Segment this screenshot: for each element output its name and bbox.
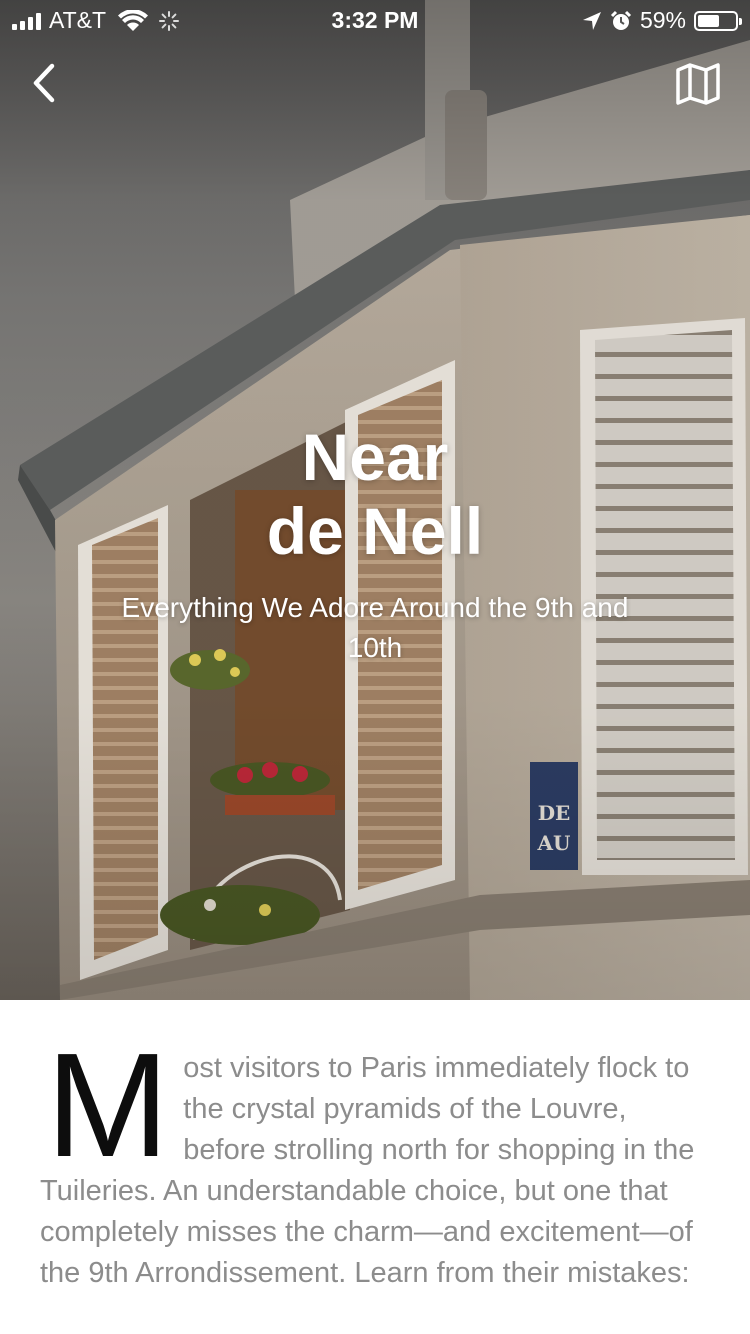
location-arrow-icon [582, 11, 601, 30]
drop-cap: M [46, 1023, 170, 1188]
map-icon [676, 63, 720, 105]
page-subtitle: Everything We Adore Around the 9th and 1… [121, 592, 629, 663]
page-title: Near de Nell [0, 420, 750, 568]
chevron-left-icon [33, 63, 55, 103]
back-button[interactable] [24, 58, 68, 108]
page-title-line: Near [301, 420, 449, 494]
page-title-line: de Nell [266, 494, 484, 568]
map-button[interactable] [674, 60, 722, 108]
battery-icon [694, 10, 742, 31]
alarm-icon [610, 10, 632, 30]
hero-image: DE AU AT&T 3:32 PM [0, 0, 750, 1000]
battery-percent: 59% [639, 7, 686, 33]
status-bar: AT&T 3:32 PM 59% [0, 0, 750, 40]
article-body: M ost visitors to Paris immediately floc… [40, 1023, 700, 1294]
